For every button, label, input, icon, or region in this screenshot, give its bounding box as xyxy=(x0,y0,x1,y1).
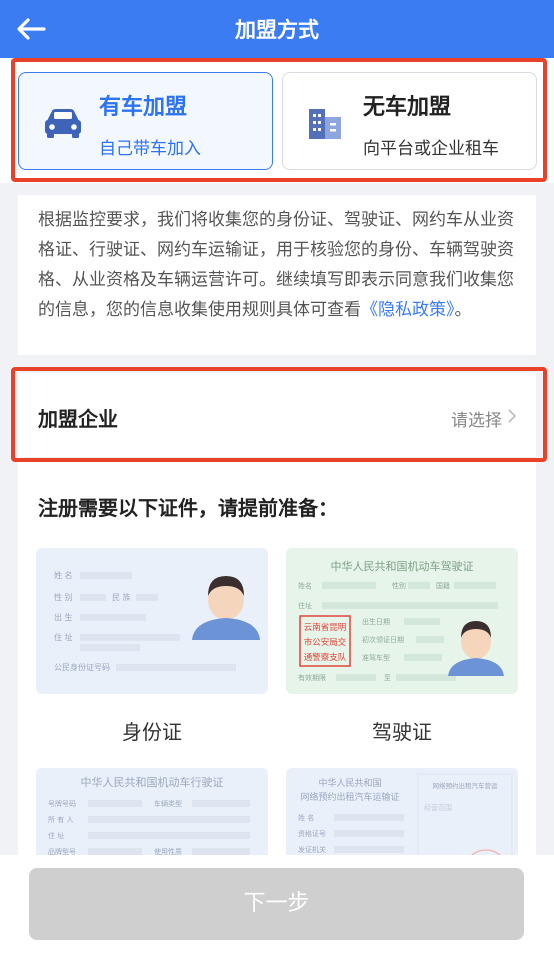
join-option-sub: 自己带车加入 xyxy=(99,139,201,159)
car-icon xyxy=(45,109,81,138)
company-select-row[interactable]: 加盟企业 请选择 xyxy=(18,373,536,457)
join-option-label: 有车加盟 xyxy=(99,95,188,120)
driver-license-stamp-text: 通警察支队 xyxy=(304,652,347,663)
id-card-caption: 身份证 xyxy=(122,720,182,744)
join-method-section: 有车加盟 自己带车加入 无车加盟 向平台或企业租车 xyxy=(0,58,554,183)
vehicle-license-illustration: 中华人民共和国机动车行驶证 号牌号码 车辆类型 所 有 人 住 址 品牌型号 使… xyxy=(48,775,250,856)
driver-license-field: 住址 xyxy=(298,601,312,610)
header-bar: 加盟方式 xyxy=(0,0,554,58)
id-card-field: 民 族 xyxy=(112,592,131,602)
vehicle-license-field: 住 址 xyxy=(48,831,64,840)
id-card-field: 性 别 xyxy=(54,592,73,602)
vehicle-license-field: 号牌号码 xyxy=(48,799,76,808)
join-option-no-car[interactable]: 无车加盟 向平台或企业租车 xyxy=(282,72,537,170)
driver-license-illustration: 中华人民共和国机动车驾驶证 姓名 性别 国籍 住址 出生日期 初次领证日期 准驾… xyxy=(298,559,504,682)
driver-license-field: 姓名 xyxy=(298,581,312,590)
transport-certificate-field: 姓 名 xyxy=(298,813,314,822)
transport-certificate-title: 网络预约出租汽车运输证 xyxy=(300,791,399,803)
transport-certificate-title: 中华人民共和国 xyxy=(318,777,381,789)
driver-license-field: 出生日期 xyxy=(362,617,390,626)
company-select-value: 请选择 xyxy=(451,411,502,431)
transport-certificate-side-title: 网络预约出租汽车营运 xyxy=(433,781,499,790)
transport-certificate-field: 资格证号 xyxy=(298,829,326,838)
vehicle-license-field: 车辆类型 xyxy=(154,799,182,808)
join-option-with-car[interactable]: 有车加盟 自己带车加入 xyxy=(18,72,273,170)
driver-license-title: 中华人民共和国机动车驾驶证 xyxy=(331,559,474,573)
privacy-notice-end: 。 xyxy=(454,300,472,320)
driver-license-caption: 驾驶证 xyxy=(372,720,432,744)
transport-certificate-side-mark: 经营范围 xyxy=(424,803,452,812)
driver-license-field: 初次领证日期 xyxy=(362,635,404,644)
next-step-button[interactable]: 下一步 xyxy=(29,868,524,940)
vehicle-license-field: 所 有 人 xyxy=(48,815,73,824)
documents-section: 注册需要以下证件，请提前准备： 姓 名 性 别 民 族 出 生 住 址 公民身份… xyxy=(18,462,536,868)
building-icon xyxy=(309,109,341,139)
join-option-sub: 向平台或企业租车 xyxy=(363,139,499,159)
id-card-field: 公民身份证号码 xyxy=(54,662,110,672)
driver-license-field: 国籍 xyxy=(436,581,450,590)
chevron-right-icon xyxy=(508,409,517,423)
id-card-field: 姓 名 xyxy=(54,570,73,580)
driver-license-field: 性别 xyxy=(392,581,406,590)
privacy-policy-link[interactable]: 《隐私政策》 xyxy=(361,300,455,320)
transport-certificate-field: 发证机关 xyxy=(298,845,326,854)
driver-license-image: 中华人民共和国机动车驾驶证 姓名 性别 国籍 住址 出生日期 初次领证日期 准驾… xyxy=(286,548,518,694)
driver-license-field: 至 xyxy=(384,674,391,682)
id-card-field: 出 生 xyxy=(54,612,73,622)
transport-certificate-image: 中华人民共和国 网络预约出租汽车运输证 姓 名 资格证号 发证机关 网络预约出租… xyxy=(286,768,518,868)
page-title: 加盟方式 xyxy=(235,18,319,42)
documents-heading: 注册需要以下证件，请提前准备： xyxy=(38,496,338,520)
join-option-label: 无车加盟 xyxy=(363,95,452,120)
driver-license-stamp-text: 市公安局交 xyxy=(304,637,347,648)
driver-license-field: 有效期限 xyxy=(298,673,326,682)
id-card-illustration: 姓 名 性 别 民 族 出 生 住 址 公民身份证号码 xyxy=(54,570,260,672)
bottom-bar: 下一步 xyxy=(0,855,554,957)
vehicle-license-title: 中华人民共和国机动车行驶证 xyxy=(81,775,224,789)
id-card-image: 姓 名 性 别 民 族 出 生 住 址 公民身份证号码 xyxy=(36,548,268,694)
transport-certificate-illustration: 中华人民共和国 网络预约出租汽车运输证 姓 名 资格证号 发证机关 网络预约出租… xyxy=(298,773,513,868)
privacy-notice: 根据监控要求，我们将收集您的身份证、驾驶证、网约车从业资格证、行驶证、网约车运输… xyxy=(18,195,536,355)
driver-license-stamp-text: 云南省昆明 xyxy=(304,622,347,633)
id-card-field: 住 址 xyxy=(54,632,73,642)
vehicle-license-image: 中华人民共和国机动车行驶证 号牌号码 车辆类型 所 有 人 住 址 品牌型号 使… xyxy=(36,768,268,868)
driver-license-field: 准驾车型 xyxy=(362,653,390,662)
company-label: 加盟企业 xyxy=(38,407,118,431)
